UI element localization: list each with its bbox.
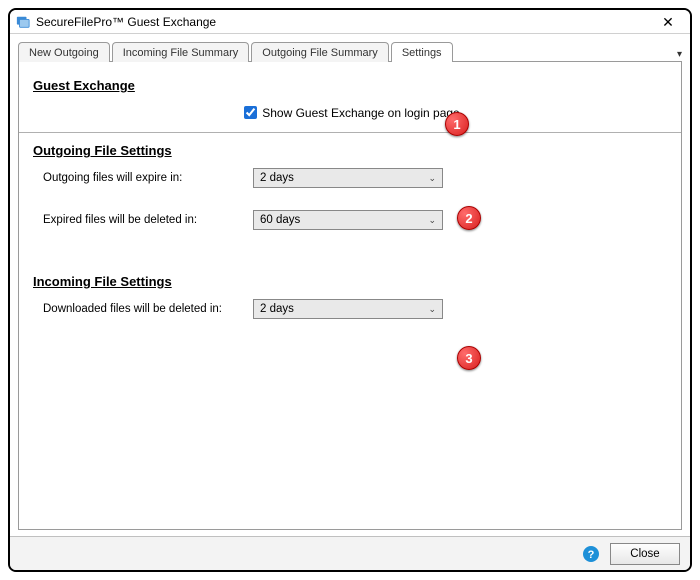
tab-settings[interactable]: Settings [391, 42, 453, 62]
section-heading-incoming: Incoming File Settings [33, 274, 667, 289]
row-show-on-login: Show Guest Exchange on login page [33, 103, 667, 122]
tab-label: Settings [402, 47, 442, 59]
close-button-label: Close [630, 548, 659, 560]
tab-label: Incoming File Summary [123, 47, 239, 59]
app-window: SecureFilePro™ Guest Exchange ✕ New Outg… [8, 8, 692, 572]
callout-badge-3: 3 [457, 346, 481, 370]
svg-text:?: ? [588, 549, 595, 561]
tab-label: New Outgoing [29, 47, 99, 59]
callout-badge-1: 1 [445, 112, 469, 136]
outgoing-delete-select[interactable]: 60 days ⌄ [253, 210, 443, 230]
callout-badge-2: 2 [457, 206, 481, 230]
section-heading-guest-exchange: Guest Exchange [33, 78, 667, 93]
row-outgoing-delete: Expired files will be deleted in: 60 day… [33, 210, 667, 230]
show-on-login-checkbox[interactable] [244, 106, 257, 119]
tab-new-outgoing[interactable]: New Outgoing [18, 42, 110, 62]
settings-panel: Guest Exchange Show Guest Exchange on lo… [18, 61, 682, 530]
tab-label: Outgoing File Summary [262, 47, 378, 59]
outgoing-delete-label: Expired files will be deleted in: [33, 214, 253, 226]
footer-bar: ? Close [10, 536, 690, 570]
section-divider [19, 132, 681, 133]
tab-outgoing-summary[interactable]: Outgoing File Summary [251, 42, 389, 62]
section-heading-outgoing: Outgoing File Settings [33, 143, 667, 158]
close-button[interactable]: Close [610, 543, 680, 565]
tab-row: New Outgoing Incoming File Summary Outgo… [18, 40, 682, 62]
outgoing-expire-label: Outgoing files will expire in: [33, 172, 253, 184]
incoming-delete-select[interactable]: 2 days ⌄ [253, 299, 443, 319]
row-outgoing-expire: Outgoing files will expire in: 2 days ⌄ [33, 168, 667, 188]
close-icon: ✕ [662, 14, 674, 31]
chevron-down-icon: ⌄ [428, 173, 436, 184]
show-on-login-label: Show Guest Exchange on login page [262, 106, 459, 120]
spacer [33, 240, 667, 268]
incoming-delete-value: 2 days [260, 303, 294, 315]
outgoing-expire-select[interactable]: 2 days ⌄ [253, 168, 443, 188]
chevron-down-icon: ⌄ [428, 304, 436, 315]
app-icon [16, 15, 30, 29]
outgoing-expire-value: 2 days [260, 172, 294, 184]
tab-overflow-icon[interactable]: ▾ [677, 49, 682, 60]
window-title: SecureFilePro™ Guest Exchange [36, 15, 216, 29]
titlebar: SecureFilePro™ Guest Exchange ✕ [10, 10, 690, 34]
help-icon[interactable]: ? [582, 545, 600, 563]
chevron-down-icon: ⌄ [428, 215, 436, 226]
tab-incoming-summary[interactable]: Incoming File Summary [112, 42, 250, 62]
outgoing-delete-value: 60 days [260, 214, 300, 226]
window-close-button[interactable]: ✕ [652, 10, 684, 34]
incoming-delete-label: Downloaded files will be deleted in: [33, 303, 253, 315]
client-area: New Outgoing Incoming File Summary Outgo… [10, 34, 690, 536]
row-incoming-delete: Downloaded files will be deleted in: 2 d… [33, 299, 667, 319]
